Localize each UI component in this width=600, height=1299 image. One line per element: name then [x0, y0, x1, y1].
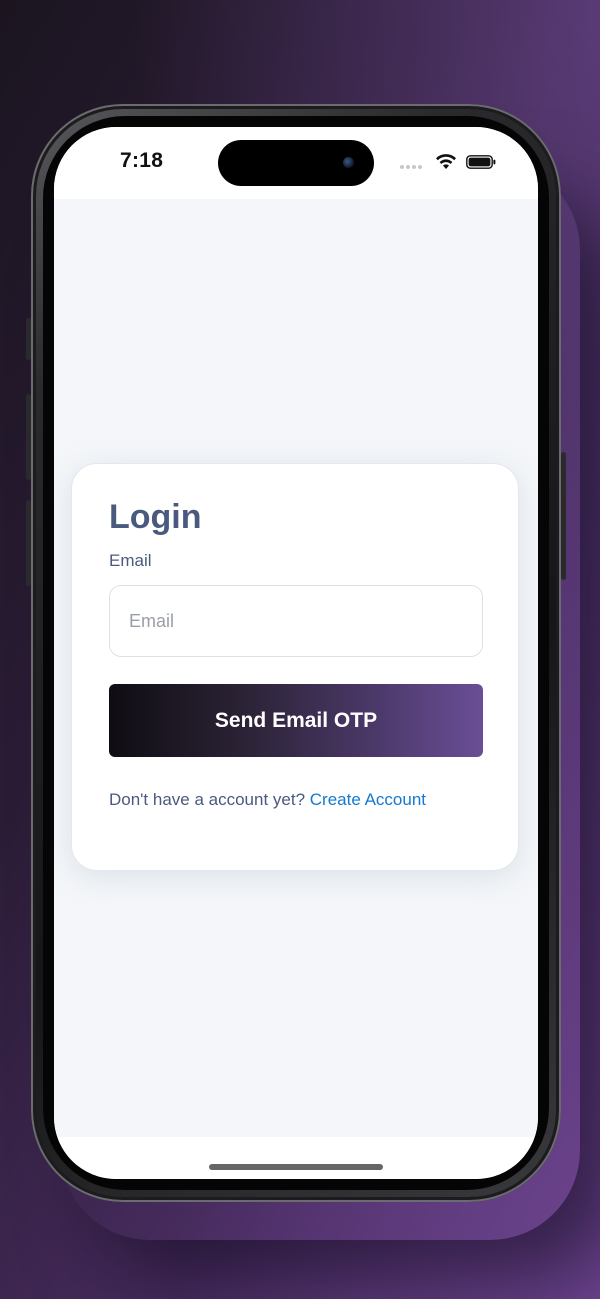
create-account-link[interactable]: Create Account	[310, 790, 426, 809]
volume-up-button	[26, 394, 31, 480]
home-indicator-area	[54, 1137, 538, 1179]
signup-prompt-text: Don't have a account yet?	[109, 790, 306, 809]
wifi-icon	[436, 154, 456, 169]
home-indicator[interactable]	[209, 1164, 383, 1170]
login-screen: Login Email Send Email OTP Don't have a …	[54, 199, 538, 1137]
signal-dots-icon	[400, 165, 426, 169]
signup-prompt-row: Don't have a account yet? Create Account	[109, 789, 426, 811]
page-title: Login	[109, 498, 202, 536]
send-email-otp-button[interactable]: Send Email OTP	[109, 684, 483, 757]
phone-screen: 7:18 Login Email Send Email OTP Don't ha…	[54, 127, 538, 1179]
power-button	[561, 452, 566, 580]
volume-down-button	[26, 500, 31, 586]
email-field[interactable]	[109, 585, 483, 657]
email-label: Email	[109, 551, 152, 570]
action-button	[26, 318, 31, 360]
camera-icon	[343, 157, 354, 168]
status-bar: 7:18	[54, 127, 538, 199]
status-time: 7:18	[120, 149, 164, 172]
login-card: Login Email Send Email OTP Don't have a …	[71, 463, 519, 871]
dynamic-island	[218, 140, 374, 186]
battery-icon	[466, 155, 496, 169]
